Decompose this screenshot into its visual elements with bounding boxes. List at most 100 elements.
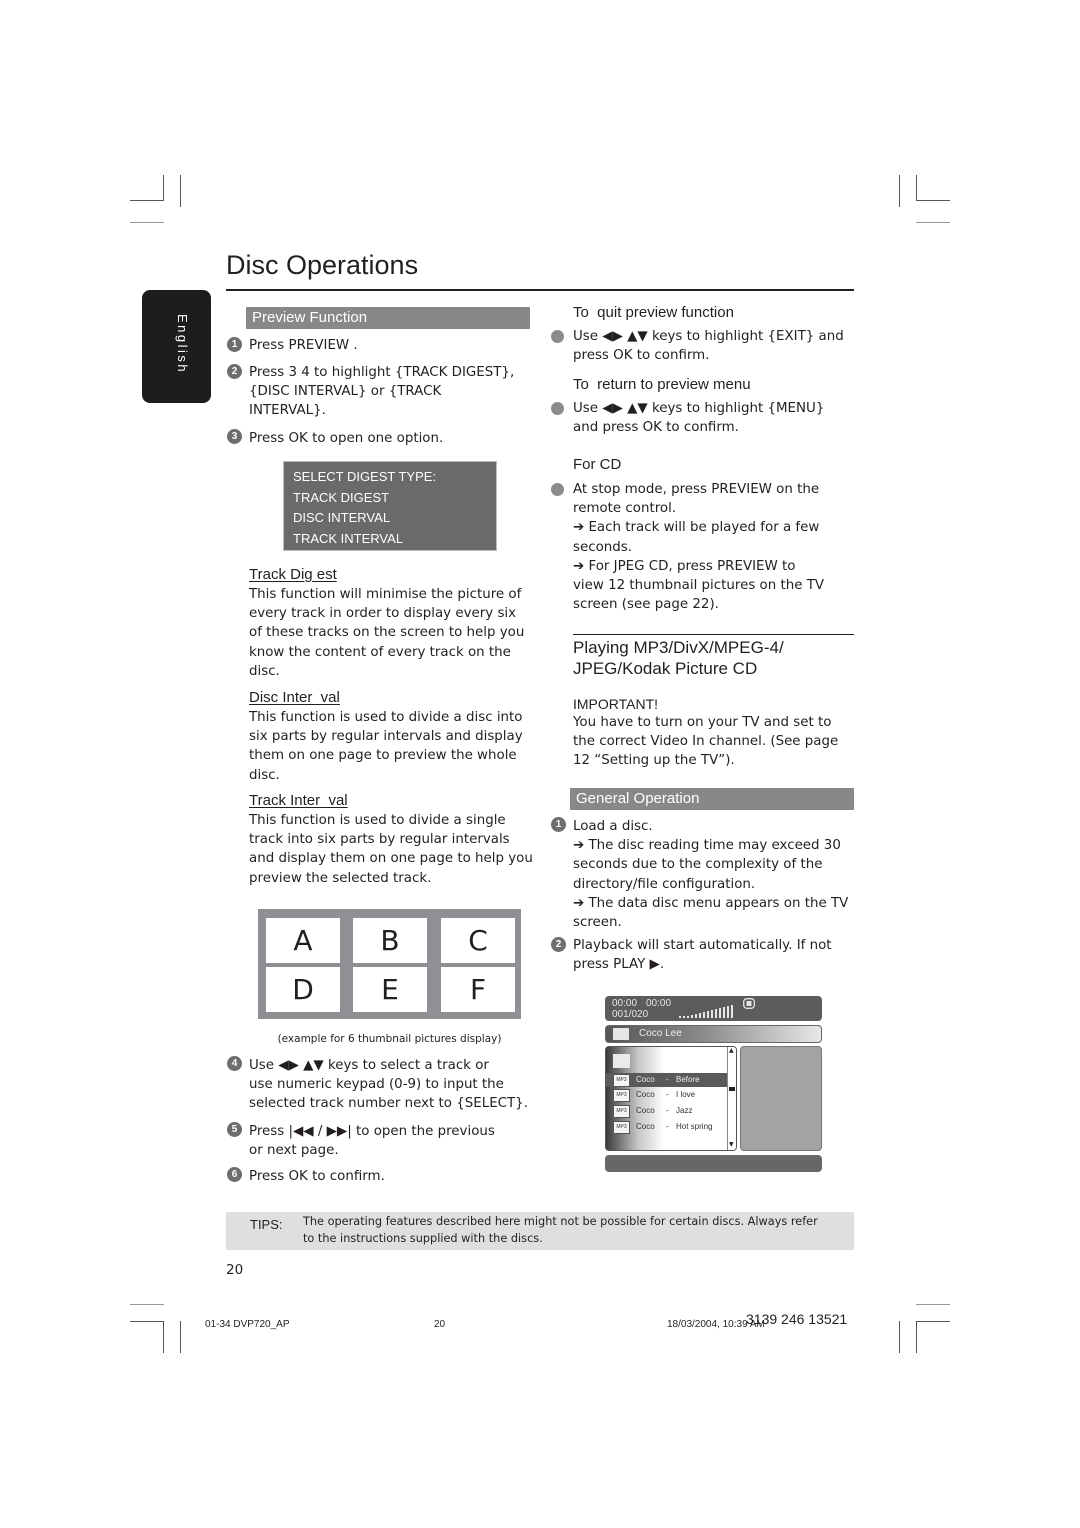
scroll-up-icon[interactable]: ▲ xyxy=(729,1048,734,1054)
playback-text: Playback will start automatically. If no… xyxy=(573,936,832,974)
title-rule xyxy=(226,289,854,291)
return-preview-text: Use ◀▶ ▲▼ keys to highlight {MENU} and p… xyxy=(573,399,824,437)
text-line: know the content of every track on the xyxy=(249,644,511,660)
step-4-text: Use ◀▶ ▲▼ keys to select a track or use … xyxy=(249,1056,528,1114)
step-number-2: 2 xyxy=(227,364,242,379)
language-tab-label: English xyxy=(175,314,190,375)
language-tab: English xyxy=(142,290,211,403)
text-line: This function is used to divide a single xyxy=(249,813,506,828)
thumbnail-e: E xyxy=(353,967,427,1012)
menu-item-track-digest[interactable]: TRACK DIGEST xyxy=(293,488,487,509)
track-row[interactable]: MP3 Coco - Hot spring xyxy=(606,1120,728,1134)
text-line: The operating features described here mi… xyxy=(303,1215,818,1228)
track-separator: - xyxy=(666,1122,669,1131)
print-file-name: 01-34 DVP720_AP xyxy=(205,1319,290,1330)
crop-mark xyxy=(130,200,164,201)
crop-mark xyxy=(130,1304,164,1305)
mp3-file-icon: MP3 xyxy=(613,1105,630,1118)
text-line: Load a disc. xyxy=(573,819,653,834)
text-line: of these tracks on the screen to help yo… xyxy=(249,625,525,641)
text-line: press OK to confirm. xyxy=(573,348,710,364)
step-2-text: Press 3 4 to highlight {TRACK DIGEST}, {… xyxy=(249,363,514,421)
track-digest-heading: Track Dig est xyxy=(249,566,337,583)
crop-mark xyxy=(916,1304,950,1305)
osd-folder-name: Coco Lee xyxy=(639,1028,682,1039)
scroll-down-icon[interactable]: ▼ xyxy=(729,1142,734,1148)
track-artist: Coco xyxy=(636,1122,655,1131)
crop-mark xyxy=(163,1321,164,1353)
text-line: This function will minimise the picture … xyxy=(249,587,522,602)
osd-time-elapsed: 00:00 xyxy=(612,998,638,1009)
menu-item-track-interval[interactable]: TRACK INTERVAL xyxy=(293,529,487,550)
print-page: 20 xyxy=(434,1319,446,1330)
text-line: to the instructions supplied with the di… xyxy=(303,1232,543,1245)
step-number-4: 4 xyxy=(227,1056,242,1071)
text-line: Use ◀▶ ▲▼ keys to select a track or xyxy=(249,1058,489,1073)
text-line: ➔ The disc reading time may exceed 30 xyxy=(573,838,841,854)
tips-box: TIPS: The operating features described h… xyxy=(226,1212,854,1250)
page-number: 20 xyxy=(226,1262,244,1278)
important-text: You have to turn on your TV and set to t… xyxy=(573,713,838,771)
text-line: At stop mode, press PREVIEW on the xyxy=(573,482,820,497)
text-line: track into six parts by regular interval… xyxy=(249,832,510,848)
step-number-1: 1 xyxy=(227,337,242,352)
for-cd-heading: For CD xyxy=(573,456,622,473)
text-line: 12 “Setting up the TV”). xyxy=(573,753,735,769)
text-line: selected track number next to {SELECT}. xyxy=(249,1096,528,1112)
menu-title: SELECT DIGEST TYPE: xyxy=(293,469,437,484)
crop-mark xyxy=(130,222,164,223)
important-label: IMPORTANT! xyxy=(573,696,659,712)
track-separator: - xyxy=(666,1090,669,1099)
text-line: Use ◀▶ ▲▼ keys to highlight {MENU} xyxy=(573,401,825,416)
tips-text: The operating features described here mi… xyxy=(303,1213,818,1247)
crop-mark xyxy=(916,200,950,201)
return-preview-heading: To return to preview menu xyxy=(573,376,751,393)
track-separator: - xyxy=(666,1075,669,1084)
track-row[interactable]: MP3 Coco - I love xyxy=(606,1088,728,1102)
track-title: Jazz xyxy=(676,1106,693,1115)
osd-folder-bar[interactable]: Coco Lee xyxy=(605,1025,822,1043)
osd-preview-pane xyxy=(740,1046,822,1151)
bullet-icon xyxy=(551,330,564,343)
text-line: use numeric keypad (0-9) to input the xyxy=(249,1077,504,1093)
signal-level-icon xyxy=(679,1005,733,1018)
select-digest-menu: SELECT DIGEST TYPE: TRACK DIGEST DISC IN… xyxy=(283,461,497,551)
crop-mark xyxy=(916,222,950,223)
bullet-icon xyxy=(551,483,564,496)
thumbnail-d: D xyxy=(266,967,340,1012)
osd-info-bar xyxy=(605,1155,822,1172)
text-line: remote control. xyxy=(573,501,677,517)
osd-scrollbar[interactable]: ▲ ▼ xyxy=(727,1047,736,1150)
crop-mark xyxy=(130,1321,164,1322)
thumbnail-caption: (example for 6 thumbnail pictures displa… xyxy=(277,1033,502,1045)
menu-item-disc-interval[interactable]: DISC INTERVAL xyxy=(293,508,487,529)
text-line: them on one page to preview the whole xyxy=(249,748,517,764)
thumbnail-f: F xyxy=(441,967,515,1012)
tips-label: TIPS: xyxy=(250,1217,283,1232)
mp3-file-icon: MP3 xyxy=(613,1121,630,1134)
text-line: Press |◀◀ / ▶▶| to open the previous xyxy=(249,1124,495,1139)
track-row[interactable]: MP3 Coco - Before xyxy=(606,1073,728,1087)
folder-up-icon[interactable] xyxy=(613,1054,630,1068)
crop-mark xyxy=(899,175,900,207)
text-line: view 12 thumbnail pictures on the TV xyxy=(573,578,825,594)
text-line: and press OK to confirm. xyxy=(573,420,739,436)
text-line: disc. xyxy=(249,663,280,679)
step-1-text: Press PREVIEW . xyxy=(249,338,358,353)
text-line: Use ◀▶ ▲▼ keys to highlight {EXIT} and xyxy=(573,329,844,344)
text-line: ➔ For JPEG CD, press PREVIEW to xyxy=(573,558,796,574)
scroll-thumb[interactable] xyxy=(729,1087,735,1091)
track-artist: Coco xyxy=(636,1090,655,1099)
step-number-5: 5 xyxy=(227,1122,242,1137)
text-line: disc. xyxy=(249,767,280,783)
track-artist: Coco xyxy=(636,1075,655,1084)
track-title: I love xyxy=(676,1090,696,1099)
text-line: preview the selected track. xyxy=(249,870,432,886)
track-digest-text: This function will minimise the picture … xyxy=(249,585,524,681)
text-line: every track in order to display every si… xyxy=(249,606,517,622)
track-row[interactable]: MP3 Coco - Jazz xyxy=(606,1104,728,1118)
osd-track-counter: 001/020 xyxy=(612,1009,649,1020)
text-line: ➔ Each track will be played for a few xyxy=(573,520,820,536)
track-title: Hot spring xyxy=(676,1122,713,1131)
step-5-text: Press |◀◀ / ▶▶| to open the previous or … xyxy=(249,1122,495,1160)
